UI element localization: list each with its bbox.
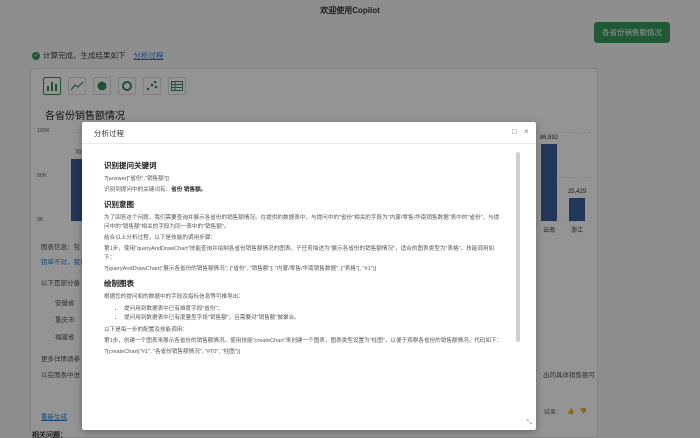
field-list: 提问用到数据表中已有维度字段"省份"； 提问用到数据表中已有度量型字段"销售额"… bbox=[124, 305, 504, 323]
chart-paragraph: 第1步，创建一个图表来展示各省份的销售额情况。使用技能"createChart"… bbox=[104, 338, 503, 344]
chart-paragraph: 以下是每一步的配置及技能调用： bbox=[104, 327, 188, 333]
list-item: 提问用到数据表中已有维度字段"省份"； bbox=[124, 305, 504, 314]
close-icon[interactable]: × bbox=[524, 127, 529, 136]
section-heading: 绘制图表 bbox=[104, 279, 134, 288]
keyword-text: 识别到提问中的关键词有：省份 销售额。 bbox=[104, 187, 207, 193]
dialog-title: 分析过程 bbox=[94, 129, 124, 138]
create-chart-code: ?[createChart("#1", "各省份销售额情况", "#T0", "… bbox=[104, 349, 241, 355]
resize-handle-icon[interactable]: ⤡ bbox=[526, 419, 532, 427]
intent-paragraph: 结合以上分析过程，以下是技能的调用步骤： bbox=[104, 235, 216, 241]
intent-paragraph: 第1步，使用"queryAndDrawChart"技能查询并绘制各省份销售额情况… bbox=[104, 246, 495, 261]
section-heading: 识别提问关键词 bbox=[104, 161, 157, 170]
maximize-icon[interactable]: □ bbox=[512, 127, 517, 136]
chart-paragraph: 根据您的提问和的数据中的字段及指标信息等可推导出： bbox=[104, 294, 244, 300]
intent-paragraph: 为了回答这个问题，我们需要查询并展示各省份的销售额情况。在提供的数据表中，与提问… bbox=[104, 215, 500, 230]
keyword-code: ?[answer["省份","销售额"]] bbox=[104, 176, 169, 182]
dialog-header: 分析过程 □ × bbox=[82, 122, 536, 144]
section-heading: 识别意图 bbox=[104, 200, 134, 209]
list-item: 提问用到数据表中已有度量型字段"销售额"，且需要对"销售额"做聚合。 bbox=[124, 314, 504, 323]
dialog-scrollbar[interactable] bbox=[516, 152, 520, 342]
skill-call-code: ?[queryAndDrawChart("展示各省份的销售额情况", ["省份"… bbox=[104, 266, 377, 272]
dialog-content: 识别提问关键词 ?[answer["省份","销售额"]] 识别到提问中的关键词… bbox=[104, 156, 504, 414]
analysis-process-dialog: 分析过程 □ × 识别提问关键词 ?[answer["省份","销售额"]] 识… bbox=[82, 122, 536, 430]
